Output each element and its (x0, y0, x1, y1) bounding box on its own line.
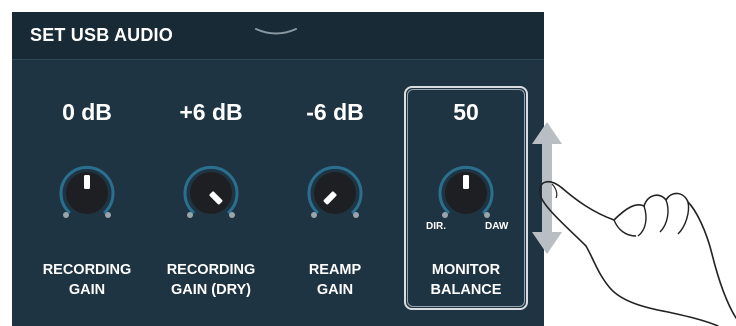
screen: SET USB AUDIO 0 dB RECORDING GAIN +6 dB (0, 0, 736, 326)
recording-gain-dry-knob-icon[interactable] (176, 155, 246, 225)
recording-gain-value: 0 dB (62, 99, 112, 125)
knob-recording-gain-dry[interactable]: +6 dB RECORDING GAIN (DRY) (150, 59, 272, 326)
recording-gain-label: RECORDING GAIN (42, 262, 132, 298)
panel-header[interactable]: SET USB AUDIO (12, 12, 544, 60)
reamp-gain-knob-icon[interactable] (300, 155, 370, 225)
selected-knob-inner-outline (407, 89, 525, 307)
knob-recording-gain[interactable]: 0 dB RECORDING GAIN (26, 59, 148, 326)
pointing-hand-icon (539, 181, 736, 326)
reamp-gain-label: REAMP GAIN (308, 262, 362, 298)
recording-gain-dry-value: +6 dB (179, 99, 243, 125)
reamp-gain-value: -6 dB (306, 99, 364, 125)
panel-title: SET USB AUDIO (30, 25, 173, 45)
recording-gain-dry-label: RECORDING GAIN (DRY) (166, 262, 256, 298)
knob-reamp-gain[interactable]: -6 dB REAMP GAIN (274, 59, 396, 326)
recording-gain-knob-icon[interactable] (52, 155, 122, 225)
chevron-down-icon[interactable] (254, 26, 298, 36)
